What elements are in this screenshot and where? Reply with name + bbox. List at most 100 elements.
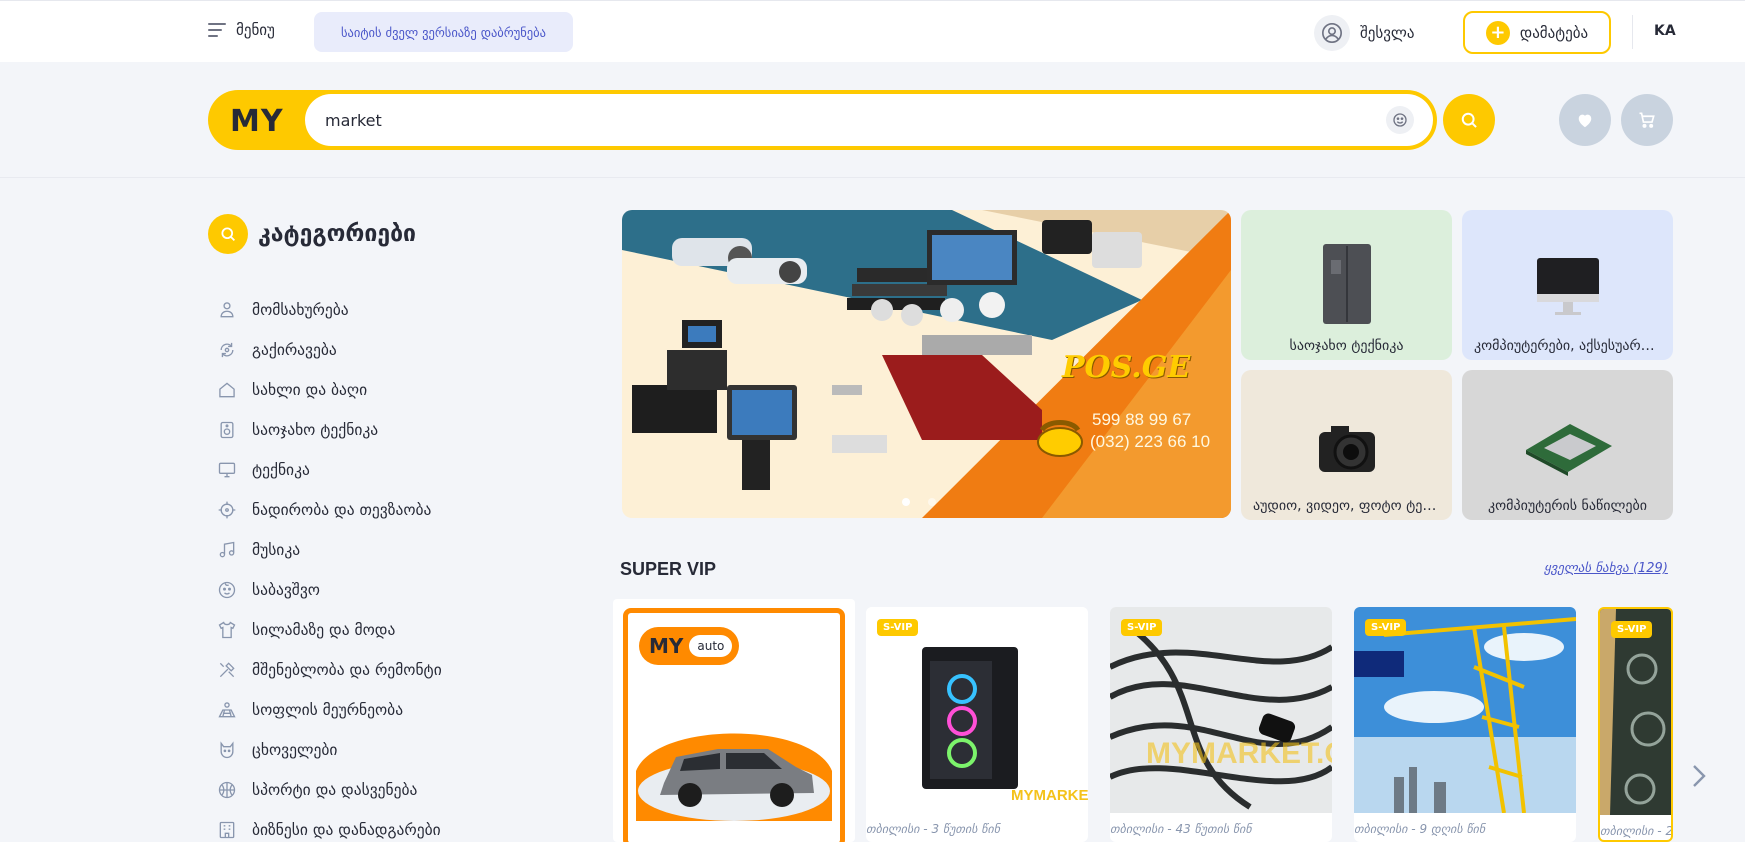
search-bar: MY bbox=[208, 90, 1437, 150]
site-logo[interactable]: MY bbox=[230, 104, 284, 139]
listing-location: თბილისი - 43 წუთის წინ bbox=[1110, 822, 1252, 836]
category-item[interactable]: სპორტი და დასვენება bbox=[216, 770, 442, 810]
car-image bbox=[636, 733, 832, 821]
rent-cycle-icon bbox=[216, 339, 238, 361]
categories-header: კატეგორიები bbox=[208, 214, 416, 254]
favorites-button[interactable] bbox=[1559, 94, 1611, 146]
add-listing-button[interactable]: + დამატება bbox=[1463, 11, 1611, 54]
divider bbox=[1632, 15, 1633, 49]
speaker-icon bbox=[216, 419, 238, 441]
ball-icon bbox=[216, 779, 238, 801]
language-switch[interactable]: KA bbox=[1654, 23, 1676, 39]
listing-image: MYMARKET.G bbox=[1110, 607, 1332, 813]
category-label: სახლი და ბაღი bbox=[252, 381, 368, 399]
heart-icon bbox=[1578, 114, 1592, 128]
menu-label: მენიუ bbox=[236, 21, 275, 39]
old-version-button[interactable]: საიტის ძველ ვერსიაზე დაბრუნება bbox=[314, 12, 573, 52]
category-item[interactable]: ცხოველები bbox=[216, 730, 442, 770]
category-label: ცხოველები bbox=[252, 741, 338, 759]
tile-label: საოჯახო ტექნიკა bbox=[1289, 338, 1404, 354]
categories-title: კატეგორიები bbox=[258, 221, 416, 247]
category-item[interactable]: სახლი და ბაღი bbox=[216, 370, 442, 410]
login-button[interactable]: შესვლა bbox=[1314, 15, 1415, 51]
desktop-computer-icon bbox=[1536, 258, 1599, 315]
tile-label: აუდიო, ვიდეო, ფოტო ტექნიკა bbox=[1253, 498, 1452, 514]
search-button[interactable] bbox=[1443, 94, 1495, 146]
category-item[interactable]: გაქირავება bbox=[216, 330, 442, 370]
category-list: მომსახურება გაქირავება სახლი და ბაღი საო… bbox=[216, 290, 442, 842]
category-item[interactable]: მშენებლობა და რემონტი bbox=[216, 650, 442, 690]
svip-badge: S-VIP bbox=[1365, 619, 1407, 636]
building-icon bbox=[216, 819, 238, 841]
banner-brand: POS.GE bbox=[1062, 350, 1191, 385]
category-label: სოფლის მეურნეობა bbox=[252, 701, 404, 719]
hamburger-icon bbox=[208, 23, 226, 37]
cpu-icon bbox=[1525, 424, 1612, 476]
listing-card[interactable]: MYMARKET.GE S-VIP თბილისი - 3 წუთის წინ bbox=[866, 607, 1088, 842]
category-item[interactable]: საოჯახო ტექნიკა bbox=[216, 410, 442, 450]
category-item[interactable]: ბიზნესი და დანადგარები bbox=[216, 810, 442, 842]
category-label: ნადირობა და თევზაობა bbox=[252, 501, 432, 519]
listing-image bbox=[1600, 609, 1671, 815]
promo-banner[interactable]: POS.GE 599 88 99 67 (032) 223 66 10 bbox=[622, 210, 1231, 518]
category-tile-computers[interactable]: კომპიუტერები, აქსესუარები bbox=[1462, 210, 1673, 360]
see-all-link[interactable]: ყველას ნახვა (129) bbox=[1544, 561, 1668, 576]
cat-icon bbox=[216, 739, 238, 761]
svip-badge: S-VIP bbox=[877, 619, 919, 636]
top-bar: მენიუ საიტის ძველ ვერსიაზე დაბრუნება შეს… bbox=[0, 0, 1745, 62]
listing-location: თბილისი - 3 წუთის წინ bbox=[866, 822, 1000, 836]
smiley-icon[interactable] bbox=[1386, 106, 1414, 134]
myauto-logo-text: MY bbox=[649, 634, 684, 658]
listing-card[interactable]: MYMARKET.G S-VIP თბილისი - 43 წუთის წინ bbox=[1110, 607, 1332, 842]
carousel-dot[interactable] bbox=[928, 498, 936, 506]
super-vip-title: SUPER VIP bbox=[620, 559, 717, 579]
category-item[interactable]: სილამაზე და მოდა bbox=[216, 610, 442, 650]
tile-label: კომპიუტერები, აქსესუარები bbox=[1474, 338, 1663, 354]
tile-label: კომპიუტერის ნაწილები bbox=[1488, 498, 1647, 514]
home-icon bbox=[216, 379, 238, 401]
monitor-icon bbox=[216, 459, 238, 481]
music-note-icon bbox=[216, 539, 238, 561]
category-item[interactable]: სოფლის მეურნეობა bbox=[216, 690, 442, 730]
listing-card[interactable]: S-VIP თბილისი - 9 დღის წინ bbox=[1354, 607, 1576, 842]
category-tile-home-appliances[interactable]: საოჯახო ტექნიკა bbox=[1241, 210, 1452, 360]
search-icon bbox=[1461, 112, 1477, 128]
login-label: შესვლა bbox=[1360, 24, 1415, 42]
svg-text:MYMARKET.G: MYMARKET.G bbox=[1146, 737, 1332, 770]
add-label: დამატება bbox=[1519, 23, 1589, 42]
farm-icon bbox=[216, 699, 238, 721]
tshirt-icon bbox=[216, 619, 238, 641]
phone-icon bbox=[1037, 420, 1083, 457]
category-label: ბიზნესი და დანადგარები bbox=[252, 821, 441, 839]
category-label: სპორტი და დასვენება bbox=[252, 781, 418, 799]
banner-phone-2: (032) 223 66 10 bbox=[1090, 432, 1211, 451]
carousel-next-button[interactable] bbox=[1688, 762, 1710, 790]
category-item[interactable]: მომსახურება bbox=[216, 290, 442, 330]
category-label: სილამაზე და მოდა bbox=[252, 621, 396, 639]
search-zone: MY bbox=[0, 62, 1745, 178]
search-icon[interactable] bbox=[208, 214, 248, 254]
listing-card[interactable]: S-VIP თბილისი - 2 დღის წინ bbox=[1598, 607, 1673, 842]
plus-icon: + bbox=[1485, 20, 1510, 45]
tools-icon bbox=[216, 659, 238, 681]
svip-badge: S-VIP bbox=[1611, 621, 1653, 638]
menu-button[interactable]: მენიუ bbox=[208, 21, 275, 39]
category-item[interactable]: ტექნიკა bbox=[216, 450, 442, 490]
category-label: მშენებლობა და რემონტი bbox=[252, 661, 442, 679]
cart-button[interactable] bbox=[1621, 94, 1673, 146]
category-item[interactable]: საბავშვო bbox=[216, 570, 442, 610]
category-label: მომსახურება bbox=[252, 301, 349, 319]
fridge-icon bbox=[1322, 244, 1371, 324]
watermark: MYMARKET.GE bbox=[1011, 787, 1088, 804]
banner-phone-1: 599 88 99 67 bbox=[1092, 410, 1192, 429]
user-icon bbox=[1314, 15, 1350, 51]
category-item[interactable]: ნადირობა და თევზაობა bbox=[216, 490, 442, 530]
category-item[interactable]: მუსიკა bbox=[216, 530, 442, 570]
category-tile-audio-video[interactable]: აუდიო, ვიდეო, ფოტო ტექნიკა bbox=[1241, 370, 1452, 520]
listing-location: თბილისი - 9 დღის წინ bbox=[1354, 822, 1486, 836]
search-input[interactable] bbox=[305, 94, 1433, 146]
category-tile-computer-parts[interactable]: კომპიუტერის ნაწილები bbox=[1462, 370, 1673, 520]
category-label: გაქირავება bbox=[252, 341, 337, 359]
myauto-ad-card[interactable]: MY auto bbox=[613, 599, 855, 842]
carousel-dot[interactable] bbox=[902, 498, 910, 506]
